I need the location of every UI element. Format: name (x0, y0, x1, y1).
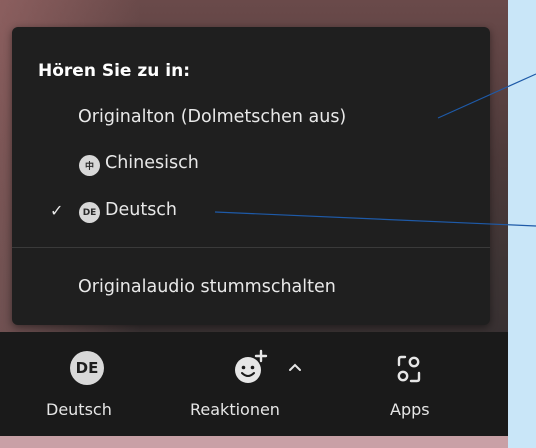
apps-icon (397, 355, 421, 383)
language-avatar-icon: DE (70, 351, 104, 385)
page-margin (508, 0, 536, 448)
menu-item-original-audio[interactable]: Originalton (Dolmetschen aus) (12, 97, 490, 137)
menu-item-label: Chinesisch (105, 153, 199, 173)
interpretation-label: Deutsch (46, 400, 112, 419)
menu-item-german[interactable]: ✓ DE Deutsch (12, 190, 490, 230)
checkmark-icon: ✓ (50, 201, 64, 220)
meeting-toolbar: DE Deutsch Reaktionen Apps (0, 332, 508, 436)
reactions-button[interactable]: Reaktionen (186, 332, 316, 436)
smiley-add-icon (235, 349, 268, 383)
menu-item-label: Deutsch (105, 200, 178, 220)
apps-label: Apps (390, 400, 430, 419)
menu-divider (12, 247, 490, 248)
german-language-icon: DE (79, 202, 100, 223)
menu-title: Hören Sie zu in: (38, 61, 191, 81)
chevron-up-icon[interactable] (288, 362, 302, 372)
interpretation-button[interactable]: DE Deutsch (40, 332, 136, 436)
menu-item-label: Originalaudio stummschalten (78, 277, 336, 297)
interpretation-language-menu: Hören Sie zu in: Originalton (Dolmetsche… (12, 27, 490, 325)
chinese-language-icon: 中 (79, 155, 100, 176)
apps-button[interactable]: Apps (380, 332, 440, 436)
bottom-strip (0, 436, 508, 448)
reactions-label: Reaktionen (190, 400, 280, 419)
menu-item-label: Originalton (Dolmetschen aus) (78, 107, 347, 127)
mute-original-audio-item[interactable]: Originalaudio stummschalten (12, 267, 490, 307)
menu-item-chinese[interactable]: 中 Chinesisch (12, 143, 490, 183)
